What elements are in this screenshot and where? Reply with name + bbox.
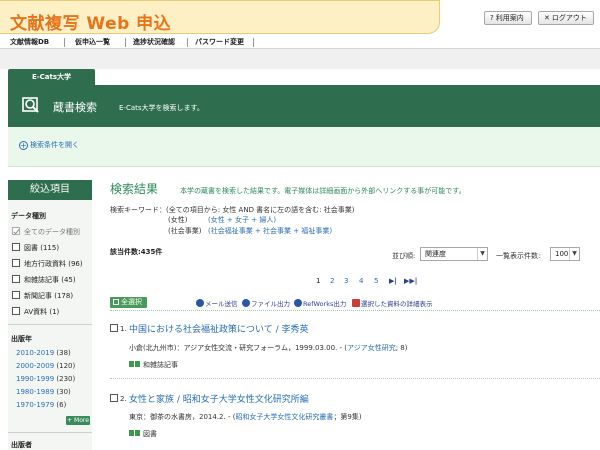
sort-select[interactable]: 関連度 ▼ [420,247,488,261]
filter-local-admin[interactable]: 地方行政資料 (96) [12,259,83,269]
nav-spacer [0,49,600,69]
record-divider [110,378,600,379]
year-filter-link[interactable]: 1990-1999 (230) [16,375,75,383]
checkbox[interactable] [12,275,20,283]
record-number: 1. [120,325,127,333]
app-title: 文献複写 Web 申込 [10,14,172,34]
keyword-line: (女性) [168,216,188,224]
search-conditions-box: + 検索条件を開く [8,127,600,167]
plus-circle-icon: + [19,141,28,150]
catalog-search-icon [22,97,39,113]
page-link[interactable]: 5 [374,277,378,285]
checkbox[interactable] [12,259,20,267]
refworks-icon [294,299,302,307]
result-actions: 全選択 メール送信 ファイル出力 RefWorks出力 選択した資料の詳細表示 [110,297,600,311]
sidebar-divider [8,432,92,433]
record-checkbox[interactable] [110,324,118,332]
keyword-line: 検索キーワード：(全ての項目から: 女性 AND 書名に左の語を含む: 社会事業… [110,206,355,214]
year-filter-link[interactable]: 1970-1979 (6) [16,401,66,409]
open-conditions-link[interactable]: + 検索条件を開く [19,140,79,150]
record-checkbox[interactable] [110,394,118,402]
year-heading: 出版年 [11,335,32,343]
nav-divider [253,38,254,47]
checkbox[interactable] [12,307,20,315]
keyword-expansion: (社会福祉事業 + 社会事業 + 福祉事業) [208,227,333,235]
nav-item-progress[interactable]: 進捗状況確認 [133,36,175,48]
filter-books[interactable]: 図書 (115) [12,243,59,253]
publisher-heading: 出版者 [11,441,32,449]
chevron-down-icon: ▼ [569,248,579,260]
refine-sidebar: 絞込項目 データ種別 全てのデータ種別 図書 (115) 地方行政資料 (96)… [8,180,92,450]
year-filter-link[interactable]: 2010-2019 (38) [16,349,71,357]
refworks-export-button[interactable]: RefWorks出力 [294,298,346,308]
book-icon [129,361,140,367]
question-icon: ? [490,14,494,22]
checkbox[interactable] [12,243,20,251]
selected-detail-button[interactable]: 選択した資料の詳細表示 [352,298,433,308]
filter-newspaper[interactable]: 新聞記事 (178) [12,291,73,301]
file-export-button[interactable]: ファイル出力 [242,298,290,308]
series-link[interactable]: アジア女性研究 [347,344,396,352]
header: 文献複写 Web 申込 ? 利用案内 ✕ ログアウト [0,0,600,36]
nav-item-literature-db[interactable]: 文献情報DB [10,36,49,48]
results-title: 検索結果 [110,182,159,196]
filter-journal-articles[interactable]: 和雑誌記事 (45) [12,275,76,285]
panel-description: E-Cats大学を検索します。 [119,104,204,112]
year-filter-link[interactable]: 1980-1989 (30) [16,388,71,396]
sidebar-divider [8,324,92,325]
panel-title: 蔵書検索 [53,101,97,114]
help-button[interactable]: ? 利用案内 [484,11,532,25]
record-number: 2. [120,395,127,403]
chevron-down-icon: ▼ [477,248,487,260]
checkbox-icon [113,299,119,305]
book-icon [129,430,140,436]
detail-icon [352,299,360,307]
sort-label: 並び順: [392,252,416,260]
catalog-search-panel: 蔵書検索 E-Cats大学を検索します。 [8,85,600,127]
record-meta: 小倉(北九州市)：アジア女性交流・研究フォーラム，1999.03.00. - (… [129,344,408,352]
keyword-expansion: (女性 + 女子 + 婦人) [208,216,277,224]
record-title-link[interactable]: 中国における社会福祉政策について / 李秀英 [129,322,309,335]
keyword-line: (社会事業) [168,227,202,235]
page-link[interactable]: 3 [344,277,348,285]
file-icon [242,299,250,307]
result-count: 該当件数:435件 [110,248,163,256]
record-title-link[interactable]: 女性と家族 / 昭和女子大学女性文化研究所編 [129,392,309,405]
nav-divider [187,38,188,47]
year-filter-link[interactable]: 2000-2009 (120) [16,362,75,370]
page-link[interactable]: 1 [316,277,320,285]
series-link[interactable]: 昭和女子大学女性文化研究叢書 [235,413,333,421]
record-type: 和雑誌記事 [129,360,178,370]
nav-item-provisional-list[interactable]: 仮申込一覧 [75,36,110,48]
page-link[interactable]: 2 [330,277,334,285]
mail-icon [196,299,204,307]
nav-divider [125,38,126,47]
library-tab[interactable]: E-Cats大学 [8,69,95,85]
select-all-button[interactable]: 全選択 [110,297,147,308]
logout-button[interactable]: ✕ ログアウト [538,11,594,25]
record-type: 図書 [129,429,157,439]
last-page-icon[interactable]: ▶▶| [404,277,417,285]
page-link[interactable]: 4 [359,277,363,285]
per-page-label: 一覧表示件数: [496,252,541,260]
nav-item-password[interactable]: パスワード変更 [195,36,244,48]
results-subtitle: 本学の蔵書を検索した結果です。電子媒体は詳細画面から外部へリンクする事が可能です… [180,187,466,195]
mail-send-button[interactable]: メール送信 [196,298,238,308]
sidebar-title: 絞込項目 [8,180,92,200]
filter-all-types[interactable]: 全てのデータ種別 [12,227,80,237]
checkbox[interactable] [12,291,20,299]
year-more-button[interactable]: + More [66,416,90,425]
close-icon: ✕ [544,14,550,22]
nav-divider [64,38,65,47]
brand-banner: 文献複写 Web 申込 [0,0,440,34]
checkbox[interactable] [12,227,20,235]
per-page-select[interactable]: 100 ▼ [550,247,580,261]
data-type-heading: データ種別 [11,212,46,220]
main-nav: 文献情報DB 仮申込一覧 進捗状況確認 パスワード変更 [0,36,600,49]
filter-av[interactable]: AV資料 (1) [12,307,59,317]
next-page-icon[interactable]: ▶| [389,277,397,285]
record-meta: 東京：御茶の水書房，2014.2. - (昭和女子大学女性文化研究叢書；第9集) [129,413,362,421]
